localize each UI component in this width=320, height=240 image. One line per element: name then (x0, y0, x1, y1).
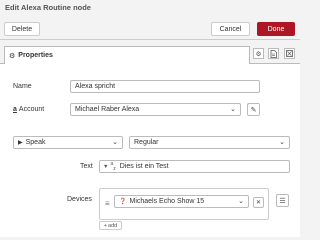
device-value: Michaels Echo Show 15 (129, 198, 205, 205)
chevron-down-icon: ⌄ (238, 198, 244, 205)
chevron-down-icon: ⌄ (112, 139, 118, 146)
add-device-button[interactable]: + add (99, 221, 122, 230)
edit-account-button[interactable]: ✎ (247, 103, 260, 116)
account-label-group: a Account (13, 106, 44, 113)
chevron-down-icon: ⌄ (230, 106, 236, 113)
question-circle-icon: ❓ (119, 199, 127, 205)
text-label: Text (80, 163, 93, 170)
name-field[interactable]: Alexa spricht (70, 80, 260, 93)
cancel-button[interactable]: Cancel (211, 22, 250, 36)
list-icon: ☰ (279, 197, 286, 205)
close-icon: ✕ (255, 200, 262, 206)
plus-icon: + (103, 222, 108, 229)
tab-properties[interactable]: ⚙ Properties (4, 46, 250, 64)
action-select[interactable]: ▶ Speak ⌄ (13, 136, 123, 149)
list-view-button[interactable]: ☰ (276, 194, 289, 207)
name-label: Name (13, 83, 32, 90)
text-field[interactable]: ▼ az Dies ist ein Test (99, 160, 290, 173)
gear-icon[interactable]: ⚙ (253, 48, 264, 59)
gear-icon: ⚙ (9, 52, 16, 60)
devices-list: ≡ ❓ Michaels Echo Show 15 ⌄ ✕ (99, 188, 269, 220)
add-label: add (108, 222, 118, 229)
typed-input-dropdown[interactable]: ▼ az (103, 161, 116, 172)
dialog-title: Edit Alexa Routine node (5, 3, 91, 12)
expand-icon[interactable] (284, 48, 295, 59)
mode-select[interactable]: Regular ⌄ (129, 136, 290, 149)
chevron-down-icon: ⌄ (279, 139, 285, 146)
done-button[interactable]: Done (257, 22, 295, 36)
account-value: Michael Raber Alexa (75, 106, 140, 113)
device-select[interactable]: ❓ Michaels Echo Show 15 ⌄ (114, 195, 249, 208)
account-label: Account (18, 106, 45, 113)
account-select[interactable]: Michael Raber Alexa ⌄ (70, 103, 241, 116)
tab-properties-label: Properties (18, 52, 53, 59)
action-value: Speak (25, 139, 46, 146)
play-icon: ▶ (18, 140, 23, 146)
delete-button[interactable]: Delete (4, 22, 40, 36)
amazon-a-icon: a (13, 106, 17, 113)
string-type-icon: az (110, 160, 116, 173)
mode-value: Regular (134, 139, 159, 146)
caret-down-icon: ▼ (103, 163, 109, 170)
pencil-icon: ✎ (250, 106, 257, 114)
devices-label: Devices (67, 196, 92, 203)
properties-panel: Name Alexa spricht a Account Michael Rab… (0, 64, 300, 237)
drag-handle-icon[interactable]: ≡ (105, 199, 110, 208)
remove-device-button[interactable]: ✕ (253, 197, 264, 208)
text-value: Dies ist ein Test (119, 163, 169, 170)
tab-bar: ⚙ Properties ⚙ (0, 42, 300, 64)
dialog-header: Edit Alexa Routine node Delete Cancel Do… (0, 0, 300, 40)
document-icon[interactable] (268, 48, 279, 59)
